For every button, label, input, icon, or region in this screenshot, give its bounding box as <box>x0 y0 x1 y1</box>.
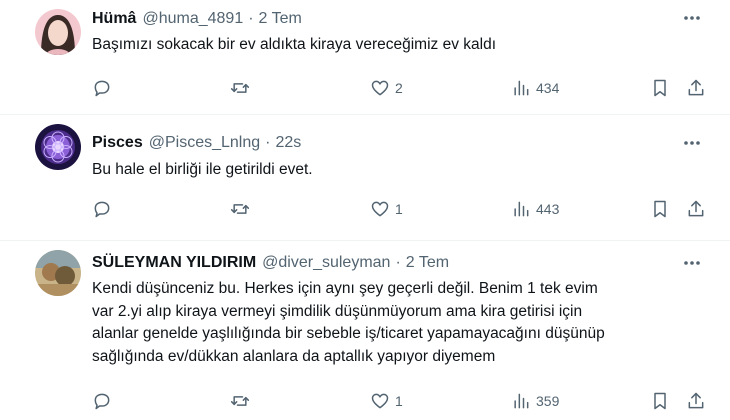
reply-button[interactable] <box>92 197 112 221</box>
like-button[interactable]: 2 <box>370 76 403 100</box>
retweet-button[interactable] <box>230 197 250 221</box>
tweet-text-line: Kendi düşünceniz bu. Herkes için aynı şe… <box>92 280 598 297</box>
separator: · <box>248 10 254 27</box>
tweet[interactable]: Hümâ @huma_4891 · 2 Tem Başımızı sokacak… <box>0 0 730 115</box>
avatar[interactable] <box>35 250 81 296</box>
reply-icon <box>94 80 110 97</box>
share-button[interactable] <box>686 389 706 413</box>
like-count: 1 <box>395 393 403 409</box>
tweet[interactable]: SÜLEYMAN YILDIRIM @diver_suleyman · 2 Te… <box>0 241 730 420</box>
bookmark-button[interactable] <box>650 76 670 100</box>
retweet-icon <box>230 83 250 93</box>
like-button[interactable]: 1 <box>370 197 403 221</box>
share-icon <box>688 392 704 409</box>
like-button[interactable]: 1 <box>370 389 403 413</box>
share-icon <box>688 200 704 217</box>
share-button[interactable] <box>686 197 706 221</box>
views-count: 443 <box>536 201 560 217</box>
views-icon <box>514 80 529 96</box>
tweet-text-line: var 2.yi alıp kiraya vermeyi şimdilik dü… <box>92 302 583 320</box>
timestamp[interactable]: 22s <box>275 134 301 152</box>
tweet-text: Kendi düşünceniz bu. Herkes için aynı şe… <box>92 278 692 368</box>
bookmark-button[interactable] <box>650 197 670 221</box>
like-count: 1 <box>395 201 403 217</box>
avatar[interactable] <box>35 9 81 55</box>
retweet-button[interactable] <box>230 76 250 100</box>
separator: · <box>265 134 271 151</box>
tweet-text: Bu hale el birliği ile getirildi evet. <box>92 161 313 178</box>
like-icon <box>371 80 389 96</box>
tweet-text-line: sağlığında ev/dükkan alanlara da aptallı… <box>92 347 496 365</box>
action-bar: 2 434 <box>0 76 730 100</box>
tweet-header: SÜLEYMAN YILDIRIM @diver_suleyman · 2 Te… <box>92 251 449 275</box>
more-icon[interactable] <box>682 133 702 153</box>
reply-icon <box>94 201 110 218</box>
user-handle[interactable]: @Pisces_Lnlng <box>149 134 260 152</box>
user-handle[interactable]: @diver_suleyman <box>262 254 390 272</box>
retweet-icon <box>230 396 250 406</box>
action-bar: 1 359 <box>0 389 730 413</box>
views-button[interactable]: 434 <box>511 76 559 100</box>
more-icon[interactable] <box>682 253 702 273</box>
views-count: 359 <box>536 393 560 409</box>
like-count: 2 <box>395 80 403 96</box>
reply-button[interactable] <box>92 389 112 413</box>
views-count: 434 <box>536 80 560 96</box>
user-handle[interactable]: @huma_4891 <box>142 10 243 28</box>
reply-icon <box>94 393 110 410</box>
timestamp[interactable]: 2 Tem <box>259 10 302 28</box>
bookmark-icon <box>654 200 666 218</box>
like-icon <box>371 201 389 217</box>
tweet-text-line: alanlar genelde yaşlılığında bir sebeble… <box>92 325 605 342</box>
tweet[interactable]: Pisces @Pisces_Lnlng · 22s Bu hale el bi… <box>0 115 730 241</box>
action-bar: 1 443 <box>0 197 730 221</box>
bookmark-icon <box>654 79 666 97</box>
views-icon <box>514 393 529 409</box>
display-name[interactable]: Pisces <box>92 134 143 152</box>
reply-button[interactable] <box>92 76 112 100</box>
views-button[interactable]: 359 <box>511 389 559 413</box>
bookmark-icon <box>654 392 666 410</box>
timestamp[interactable]: 2 Tem <box>406 254 449 272</box>
avatar[interactable] <box>35 124 81 170</box>
views-icon <box>514 201 529 217</box>
views-button[interactable]: 443 <box>511 197 559 221</box>
share-icon <box>688 79 704 96</box>
display-name[interactable]: SÜLEYMAN YILDIRIM <box>92 254 256 272</box>
like-icon <box>371 393 389 409</box>
share-button[interactable] <box>686 76 706 100</box>
display-name[interactable]: Hümâ <box>92 10 136 28</box>
more-icon[interactable] <box>682 8 702 28</box>
tweet-header: Hümâ @huma_4891 · 2 Tem <box>92 7 302 31</box>
bookmark-button[interactable] <box>650 389 670 413</box>
retweet-button[interactable] <box>230 389 250 413</box>
retweet-icon <box>230 204 250 214</box>
tweet-header: Pisces @Pisces_Lnlng · 22s <box>92 131 301 155</box>
tweet-text: Başımızı sokacak bir ev aldıkta kiraya v… <box>92 36 497 53</box>
separator: · <box>395 254 401 271</box>
